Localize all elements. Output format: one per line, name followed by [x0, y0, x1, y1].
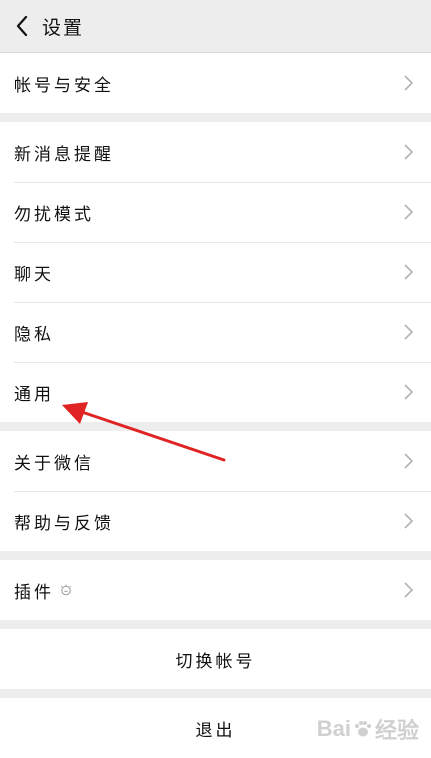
chevron-right-icon — [403, 384, 413, 400]
settings-item-do-not-disturb[interactable]: 勿扰模式 — [0, 182, 431, 242]
baidu-watermark: Bai 经验 — [317, 713, 419, 745]
settings-group-account: 帐号与安全 — [0, 53, 431, 113]
paw-icon — [354, 721, 371, 737]
chevron-right-icon — [403, 144, 413, 160]
settings-item-label: 插件 — [14, 582, 54, 603]
settings-item-label: 隐私 — [14, 324, 54, 345]
chevron-left-icon — [16, 16, 28, 36]
settings-item-label: 帮助与反馈 — [14, 513, 114, 534]
settings-group-plugins: 插件 — [0, 560, 431, 620]
group-divider — [0, 551, 431, 560]
settings-group-main: 新消息提醒 勿扰模式 聊天 隐私 通用 — [0, 122, 431, 422]
settings-item-label: 通用 — [14, 384, 54, 405]
chevron-right-icon — [403, 453, 413, 469]
switch-account-button[interactable]: 切换帐号 — [0, 629, 431, 689]
bulb-icon — [60, 584, 72, 597]
settings-item-general[interactable]: 通用 — [0, 362, 431, 422]
group-divider — [0, 689, 431, 698]
page-title: 设置 — [42, 16, 85, 39]
group-divider — [0, 620, 431, 629]
back-button[interactable] — [2, 0, 42, 52]
chevron-right-icon — [403, 324, 413, 340]
settings-item-chat[interactable]: 聊天 — [0, 242, 431, 302]
chevron-right-icon — [403, 264, 413, 280]
settings-item-label: 新消息提醒 — [14, 144, 114, 165]
header-bar: 设置 — [0, 0, 431, 53]
settings-item-about-wechat[interactable]: 关于微信 — [0, 431, 431, 491]
switch-account-label: 切换帐号 — [175, 651, 256, 672]
settings-item-label: 聊天 — [14, 264, 54, 285]
chevron-right-icon — [403, 204, 413, 220]
chevron-right-icon — [403, 75, 413, 91]
settings-item-label: 帐号与安全 — [14, 75, 114, 96]
settings-item-label: 关于微信 — [14, 453, 94, 474]
settings-item-label: 勿扰模式 — [14, 204, 94, 225]
settings-item-help-feedback[interactable]: 帮助与反馈 — [0, 491, 431, 551]
group-divider — [0, 113, 431, 122]
settings-item-new-message-notification[interactable]: 新消息提醒 — [0, 122, 431, 182]
chevron-right-icon — [403, 582, 413, 598]
settings-item-plugins[interactable]: 插件 — [0, 560, 431, 620]
settings-item-privacy[interactable]: 隐私 — [0, 302, 431, 362]
watermark-brand-left: Bai — [316, 716, 351, 741]
settings-group-about: 关于微信 帮助与反馈 — [0, 431, 431, 551]
group-divider — [0, 422, 431, 431]
watermark-brand-right: 经验 — [374, 718, 419, 743]
chevron-right-icon — [403, 513, 413, 529]
logout-label: 退出 — [195, 720, 236, 741]
settings-item-account-security[interactable]: 帐号与安全 — [0, 53, 431, 113]
